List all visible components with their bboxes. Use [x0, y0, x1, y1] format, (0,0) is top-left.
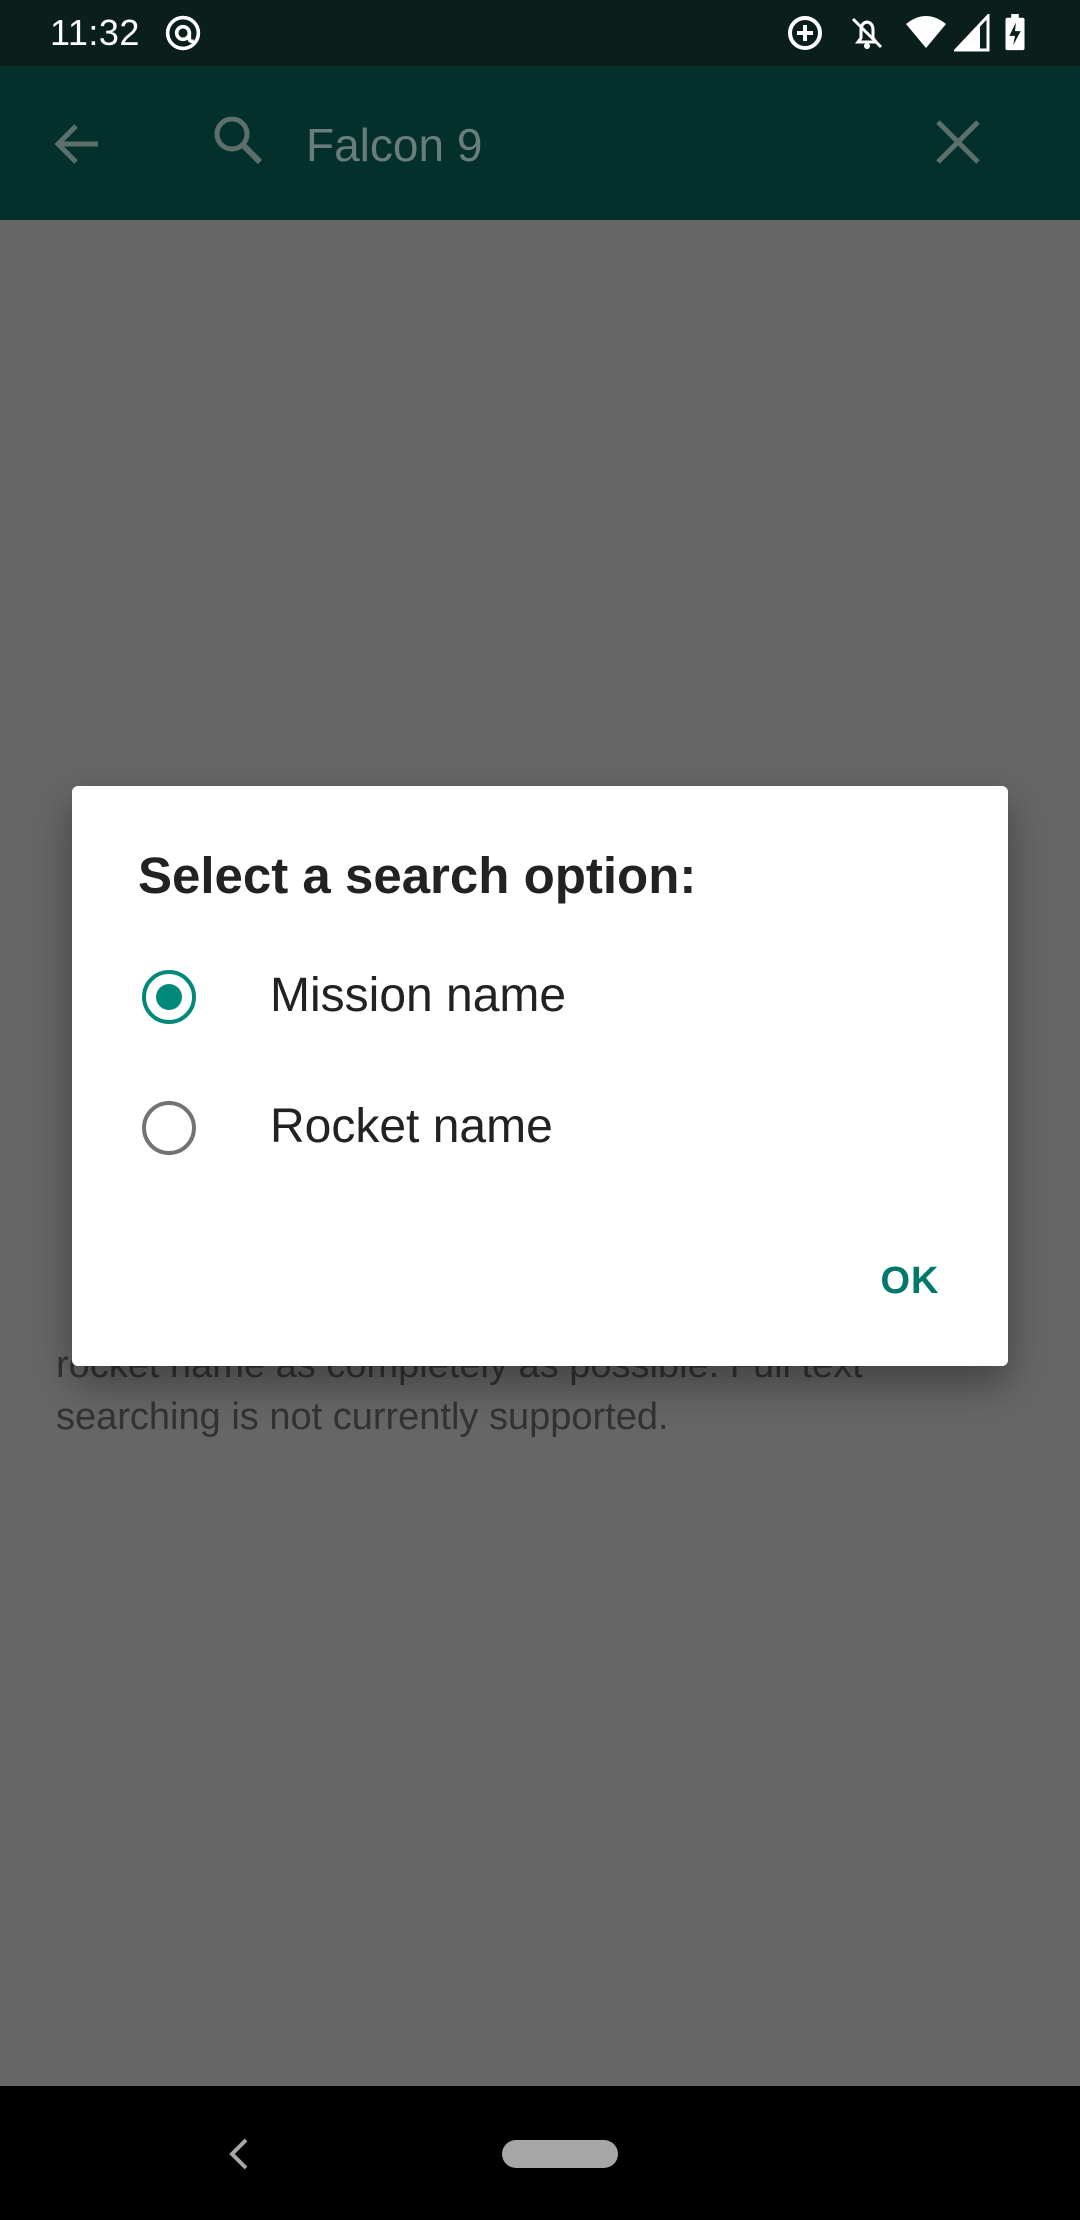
notifications-off-icon: [851, 17, 883, 49]
data-saver-icon: [788, 16, 822, 50]
option-rocket-name[interactable]: Rocket name: [72, 1069, 1008, 1189]
option-mission-name[interactable]: Mission name: [72, 938, 1008, 1058]
dialog-title: Select a search option:: [138, 847, 697, 904]
option-label: Rocket name: [270, 1100, 553, 1153]
background-text-line: searching is not currently supported.: [56, 1396, 669, 1438]
radio-button-checked[interactable]: [142, 970, 196, 1024]
search-option-dialog: Select a search option: Mission name Roc…: [72, 786, 1008, 1366]
signal-icon: [954, 14, 990, 52]
option-label: Mission name: [270, 969, 567, 1022]
status-time: 11:32: [50, 12, 140, 53]
radio-dot: [156, 984, 182, 1010]
status-bar: 11:32: [0, 0, 1080, 66]
ok-button[interactable]: OK: [840, 1236, 980, 1326]
wifi-icon: [906, 16, 946, 48]
search-icon: [214, 116, 263, 165]
at-sign-icon: [165, 15, 201, 51]
nav-back-icon[interactable]: [224, 2136, 254, 2172]
search-input[interactable]: Falcon 9: [306, 112, 866, 178]
radio-button-unchecked[interactable]: [142, 1101, 196, 1155]
close-icon[interactable]: [932, 116, 984, 168]
back-arrow-icon[interactable]: [50, 118, 106, 170]
battery-charging-icon: [1005, 14, 1025, 51]
nav-home-pill[interactable]: [502, 2140, 618, 2168]
